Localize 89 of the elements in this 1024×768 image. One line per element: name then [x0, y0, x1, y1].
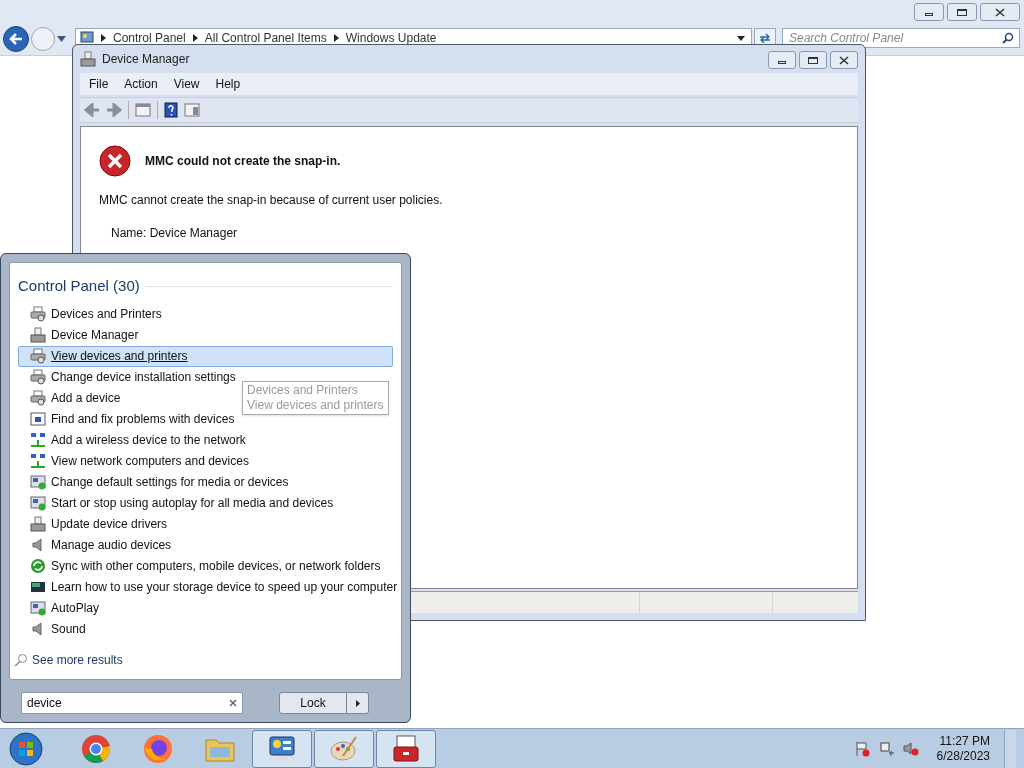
search-field[interactable]: Search Control Panel: [782, 28, 1020, 48]
flag-icon[interactable]: [854, 740, 871, 757]
storage-icon: [30, 579, 46, 595]
toolbox-icon[interactable]: [391, 733, 421, 764]
printer-icon: [30, 369, 46, 385]
refresh-icon: [759, 33, 771, 43]
clock-date[interactable]: 6/28/2023: [936, 748, 990, 764]
search-result-item[interactable]: Change device installation settings: [18, 366, 239, 388]
search-result-item[interactable]: View devices and printers: [18, 345, 393, 367]
error-icon: [99, 145, 131, 177]
chrome-icon[interactable]: [81, 733, 111, 764]
minimize-button[interactable]: [914, 3, 944, 21]
power-options-button[interactable]: [347, 692, 369, 714]
media-icon: [30, 600, 46, 616]
search-result-item[interactable]: Update device drivers: [18, 513, 171, 535]
search-result-item[interactable]: AutoPlay: [18, 597, 103, 619]
search-result-item[interactable]: Devices and Printers: [18, 303, 165, 325]
close-button[interactable]: [980, 3, 1020, 21]
search-result-item[interactable]: Device Manager: [18, 324, 142, 346]
error-detail: Name: Device Manager: [111, 225, 239, 242]
error-title: MMC could not create the snap-in.: [145, 153, 341, 170]
media-icon: [30, 495, 46, 511]
breadcrumb[interactable]: All Control Panel Items: [204, 29, 327, 47]
power-button[interactable]: Lock: [279, 692, 347, 714]
network-icon: [30, 453, 46, 469]
maximize-button[interactable]: [799, 51, 827, 69]
breadcrumb[interactable]: Control Panel: [113, 29, 186, 47]
close-icon: [839, 55, 849, 65]
maximize-button[interactable]: [947, 3, 977, 21]
tooltip-text: Devices and Printers: [247, 383, 359, 398]
search-result-item[interactable]: View network computers and devices: [18, 450, 252, 472]
search-icon: [14, 653, 28, 667]
chevron-right-icon: [101, 34, 106, 42]
menu-item[interactable]: Action: [117, 75, 165, 93]
sync-icon: [30, 558, 46, 574]
panel-icon[interactable]: [135, 103, 151, 117]
tooltip-text: View devices and printers: [247, 398, 384, 413]
menu-item[interactable]: View: [166, 75, 207, 93]
control-panel-icon: [80, 31, 94, 45]
printer-icon: [30, 348, 46, 364]
printer-icon: [30, 390, 46, 406]
search-icon: [1002, 32, 1014, 44]
error-message: MMC cannot create the snap-in because of current user policies.: [99, 192, 444, 209]
back-arrow-icon[interactable]: [84, 103, 100, 117]
dropdown-arrow-icon: [737, 35, 745, 41]
firefox-icon[interactable]: [143, 733, 173, 764]
search-result-item[interactable]: Learn how to use your storage device to speed up your computer: [18, 576, 401, 598]
network-icon[interactable]: [878, 740, 895, 757]
taskbar-button[interactable]: [376, 729, 436, 768]
search-result-item[interactable]: Change default settings for media or devices: [18, 471, 292, 493]
search-result-item[interactable]: Manage audio devices: [18, 534, 175, 556]
speaker-muted-icon[interactable]: [902, 740, 919, 757]
clock-time[interactable]: 11:27 PM: [939, 733, 990, 749]
control-panel-icon[interactable]: [267, 733, 297, 764]
dropdown-arrow-icon: [57, 36, 66, 42]
search-field[interactable]: device: [21, 692, 243, 714]
breadcrumb[interactable]: Windows Update: [345, 29, 437, 47]
start-button[interactable]: [6, 730, 46, 767]
help-icon[interactable]: [164, 102, 178, 118]
menu-item[interactable]: Help: [208, 75, 248, 93]
network-icon: [30, 432, 46, 448]
forward-arrow-icon[interactable]: [106, 103, 122, 117]
search-result-item[interactable]: Start or stop using autoplay for all media and devices: [18, 492, 337, 514]
panel-icon[interactable]: [184, 103, 200, 117]
search-result-item[interactable]: Sound: [18, 618, 89, 640]
menu-item[interactable]: File: [82, 75, 116, 93]
search-result-item[interactable]: Add a device: [18, 387, 124, 409]
chevron-right-icon: [355, 699, 360, 707]
search-result-item[interactable]: Find and fix problems with devices: [18, 408, 238, 430]
minimize-button[interactable]: [768, 51, 796, 69]
window-title: Device Manager: [102, 51, 190, 68]
clear-icon[interactable]: [229, 699, 237, 707]
group-heading: Control Panel (30): [18, 276, 140, 296]
device-manager-icon: [80, 51, 96, 67]
back-arrow-icon: [9, 33, 23, 45]
chevron-right-icon: [333, 34, 339, 42]
close-icon: [995, 7, 1005, 17]
start-orb-icon: [9, 731, 43, 766]
monitor-icon: [30, 411, 46, 427]
media-icon: [30, 474, 46, 490]
close-button[interactable]: [830, 51, 858, 69]
search-result-item[interactable]: Sync with other computers, mobile devices, or network folders: [18, 555, 384, 577]
device-icon: [30, 327, 46, 343]
device-icon: [30, 516, 46, 532]
taskbar-button[interactable]: [252, 729, 312, 768]
search-result-item[interactable]: Add a wireless device to the network: [18, 429, 249, 451]
chevron-right-icon: [192, 34, 198, 42]
see-more-link[interactable]: See more results: [32, 651, 123, 669]
printer-icon: [30, 306, 46, 322]
